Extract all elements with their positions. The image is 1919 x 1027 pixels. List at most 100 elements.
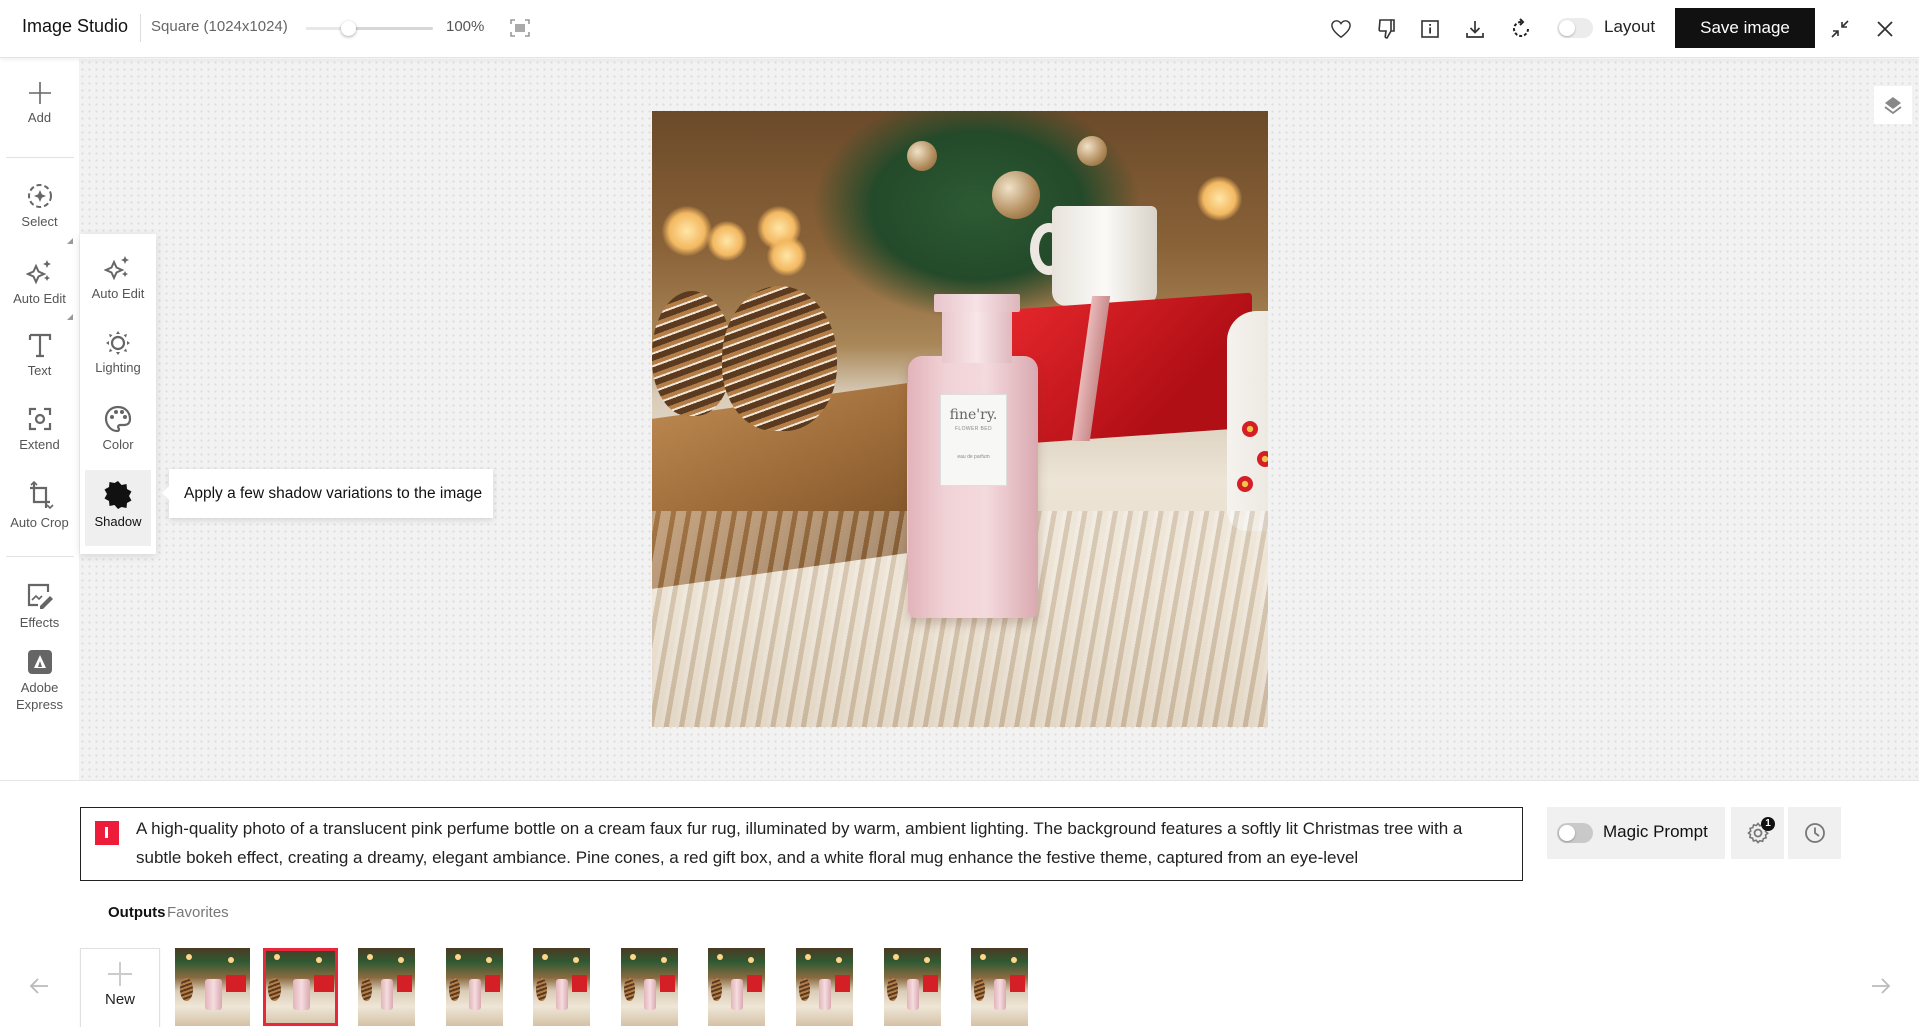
thumbnail-detail bbox=[818, 979, 832, 1011]
output-thumbnail[interactable] bbox=[533, 948, 590, 1026]
image-bokeh bbox=[662, 206, 712, 256]
bottle-name: FLOWER BED bbox=[954, 426, 993, 432]
output-thumbnail[interactable] bbox=[621, 948, 678, 1026]
regenerate-icon[interactable] bbox=[1508, 16, 1534, 42]
subpanel-item-lighting[interactable]: Lighting bbox=[85, 330, 151, 396]
thumbnail-detail bbox=[555, 979, 569, 1011]
sidebar-item-auto-crop[interactable]: Auto Crop bbox=[0, 480, 79, 531]
subpanel-item-auto-edit[interactable]: Auto Edit bbox=[85, 254, 151, 320]
thumbnail-detail bbox=[449, 977, 460, 1002]
gallery-prev-button[interactable] bbox=[28, 975, 50, 997]
layers-icon bbox=[1884, 97, 1902, 115]
thumbnail-detail bbox=[186, 954, 193, 961]
bottle-brand: fine'ry. bbox=[949, 407, 998, 423]
output-thumbnail[interactable] bbox=[175, 948, 250, 1026]
sparkle-icon bbox=[25, 260, 51, 285]
plus-icon bbox=[108, 962, 132, 986]
sidebar-item-label: Add bbox=[27, 110, 52, 125]
thumbnail-detail bbox=[804, 954, 811, 961]
magic-prompt-button[interactable]: Magic Prompt bbox=[1547, 807, 1725, 859]
tab-favorites[interactable]: Favorites bbox=[167, 904, 229, 921]
image-flower bbox=[1242, 421, 1258, 437]
gallery-next-button[interactable] bbox=[1870, 975, 1892, 997]
sidebar-item-auto-edit[interactable]: Auto Edit bbox=[0, 258, 79, 307]
image-ornament bbox=[1077, 136, 1107, 166]
heart-icon[interactable] bbox=[1328, 16, 1354, 42]
thumbnail-detail bbox=[923, 957, 930, 964]
thumbnail-detail bbox=[993, 979, 1007, 1011]
info-icon[interactable] bbox=[1417, 16, 1443, 42]
output-thumbnail[interactable] bbox=[446, 948, 503, 1026]
tab-outputs[interactable]: Outputs bbox=[108, 904, 166, 921]
close-icon[interactable] bbox=[1872, 16, 1898, 42]
thumbnail-detail bbox=[396, 974, 412, 992]
prompt-input[interactable]: A high-quality photo of a translucent pi… bbox=[80, 807, 1523, 881]
sidebar-item-extend[interactable]: Extend bbox=[0, 406, 79, 453]
settings-badge: 1 bbox=[1761, 817, 1775, 831]
download-icon[interactable] bbox=[1462, 16, 1488, 42]
thumbnail-detail bbox=[834, 974, 850, 992]
main-image[interactable]: fine'ry. FLOWER BED eau de parfum bbox=[652, 111, 1268, 727]
fit-to-screen-icon[interactable] bbox=[509, 18, 531, 38]
arrow-right-icon bbox=[1872, 978, 1891, 994]
thumbnail-detail bbox=[716, 954, 723, 961]
crop-icon bbox=[29, 480, 54, 510]
prompt-marker-icon bbox=[95, 821, 119, 845]
sidebar-item-select[interactable]: Select bbox=[0, 183, 79, 230]
subpanel-item-color[interactable]: Color bbox=[85, 405, 151, 471]
magic-prompt-toggle[interactable] bbox=[1557, 823, 1593, 843]
new-output-button[interactable]: New bbox=[80, 948, 160, 1027]
thumbnail-detail bbox=[293, 979, 310, 1011]
bottle-cap bbox=[934, 294, 1020, 312]
output-thumbnail[interactable] bbox=[263, 948, 338, 1026]
output-thumbnail[interactable] bbox=[971, 948, 1028, 1026]
sidebar-item-label: Adobe Express bbox=[16, 680, 63, 712]
bottle-type: eau de parfum bbox=[957, 454, 990, 460]
zoom-slider[interactable] bbox=[306, 21, 433, 36]
thumbnail-detail bbox=[746, 974, 762, 992]
text-icon bbox=[28, 333, 51, 358]
new-label: New bbox=[104, 991, 135, 1008]
save-image-button[interactable]: Save image bbox=[1675, 8, 1815, 48]
thumbnail-detail bbox=[887, 977, 898, 1002]
layout-toggle[interactable] bbox=[1557, 18, 1593, 38]
history-button[interactable] bbox=[1788, 807, 1841, 859]
output-thumbnail[interactable] bbox=[884, 948, 941, 1026]
sparkle-icon bbox=[104, 256, 129, 281]
thumbnail-detail bbox=[1009, 974, 1025, 992]
sidebar-item-adobe-express[interactable]: Adobe Express bbox=[0, 649, 79, 713]
select-icon bbox=[27, 184, 52, 208]
subpanel-item-label: Lighting bbox=[95, 360, 141, 375]
clock-icon bbox=[1804, 823, 1825, 843]
plus-icon bbox=[28, 82, 51, 104]
image-flower bbox=[1257, 451, 1268, 467]
zoom-slider-knob[interactable] bbox=[340, 21, 356, 36]
thumbnail-detail bbox=[366, 954, 373, 961]
sidebar-item-label: Select bbox=[21, 214, 58, 229]
collapse-icon[interactable] bbox=[1827, 16, 1853, 42]
thumbnail-detail bbox=[711, 977, 722, 1002]
layers-button[interactable] bbox=[1874, 86, 1912, 124]
output-thumbnail[interactable] bbox=[708, 948, 765, 1026]
thumbnail-detail bbox=[571, 974, 587, 992]
sidebar-item-effects[interactable]: Effects bbox=[0, 582, 79, 631]
sidebar-divider bbox=[6, 556, 74, 557]
thumbnail-detail bbox=[485, 957, 492, 964]
sidebar-item-add[interactable]: Add bbox=[0, 81, 79, 126]
image-ornament bbox=[992, 171, 1040, 219]
subpanel-item-shadow[interactable]: Shadow bbox=[85, 470, 151, 546]
thumbnail-detail bbox=[659, 974, 675, 992]
subpanel-item-label: Color bbox=[102, 437, 134, 452]
top-bar: Image Studio Square (1024x1024) 100% Lay… bbox=[0, 0, 1919, 58]
size-label[interactable]: Square (1024x1024) bbox=[151, 18, 288, 35]
output-thumbnail[interactable] bbox=[358, 948, 415, 1026]
image-bokeh bbox=[707, 221, 747, 261]
image-mug bbox=[1052, 206, 1157, 306]
prompt-text[interactable]: A high-quality photo of a translucent pi… bbox=[136, 814, 1506, 872]
effects-icon bbox=[27, 583, 53, 609]
thumbs-down-icon[interactable] bbox=[1373, 16, 1399, 42]
sidebar-item-text[interactable]: Text bbox=[0, 332, 79, 379]
thumbnail-detail bbox=[380, 979, 394, 1011]
settings-button[interactable]: 1 bbox=[1731, 807, 1784, 859]
output-thumbnail[interactable] bbox=[796, 948, 853, 1026]
